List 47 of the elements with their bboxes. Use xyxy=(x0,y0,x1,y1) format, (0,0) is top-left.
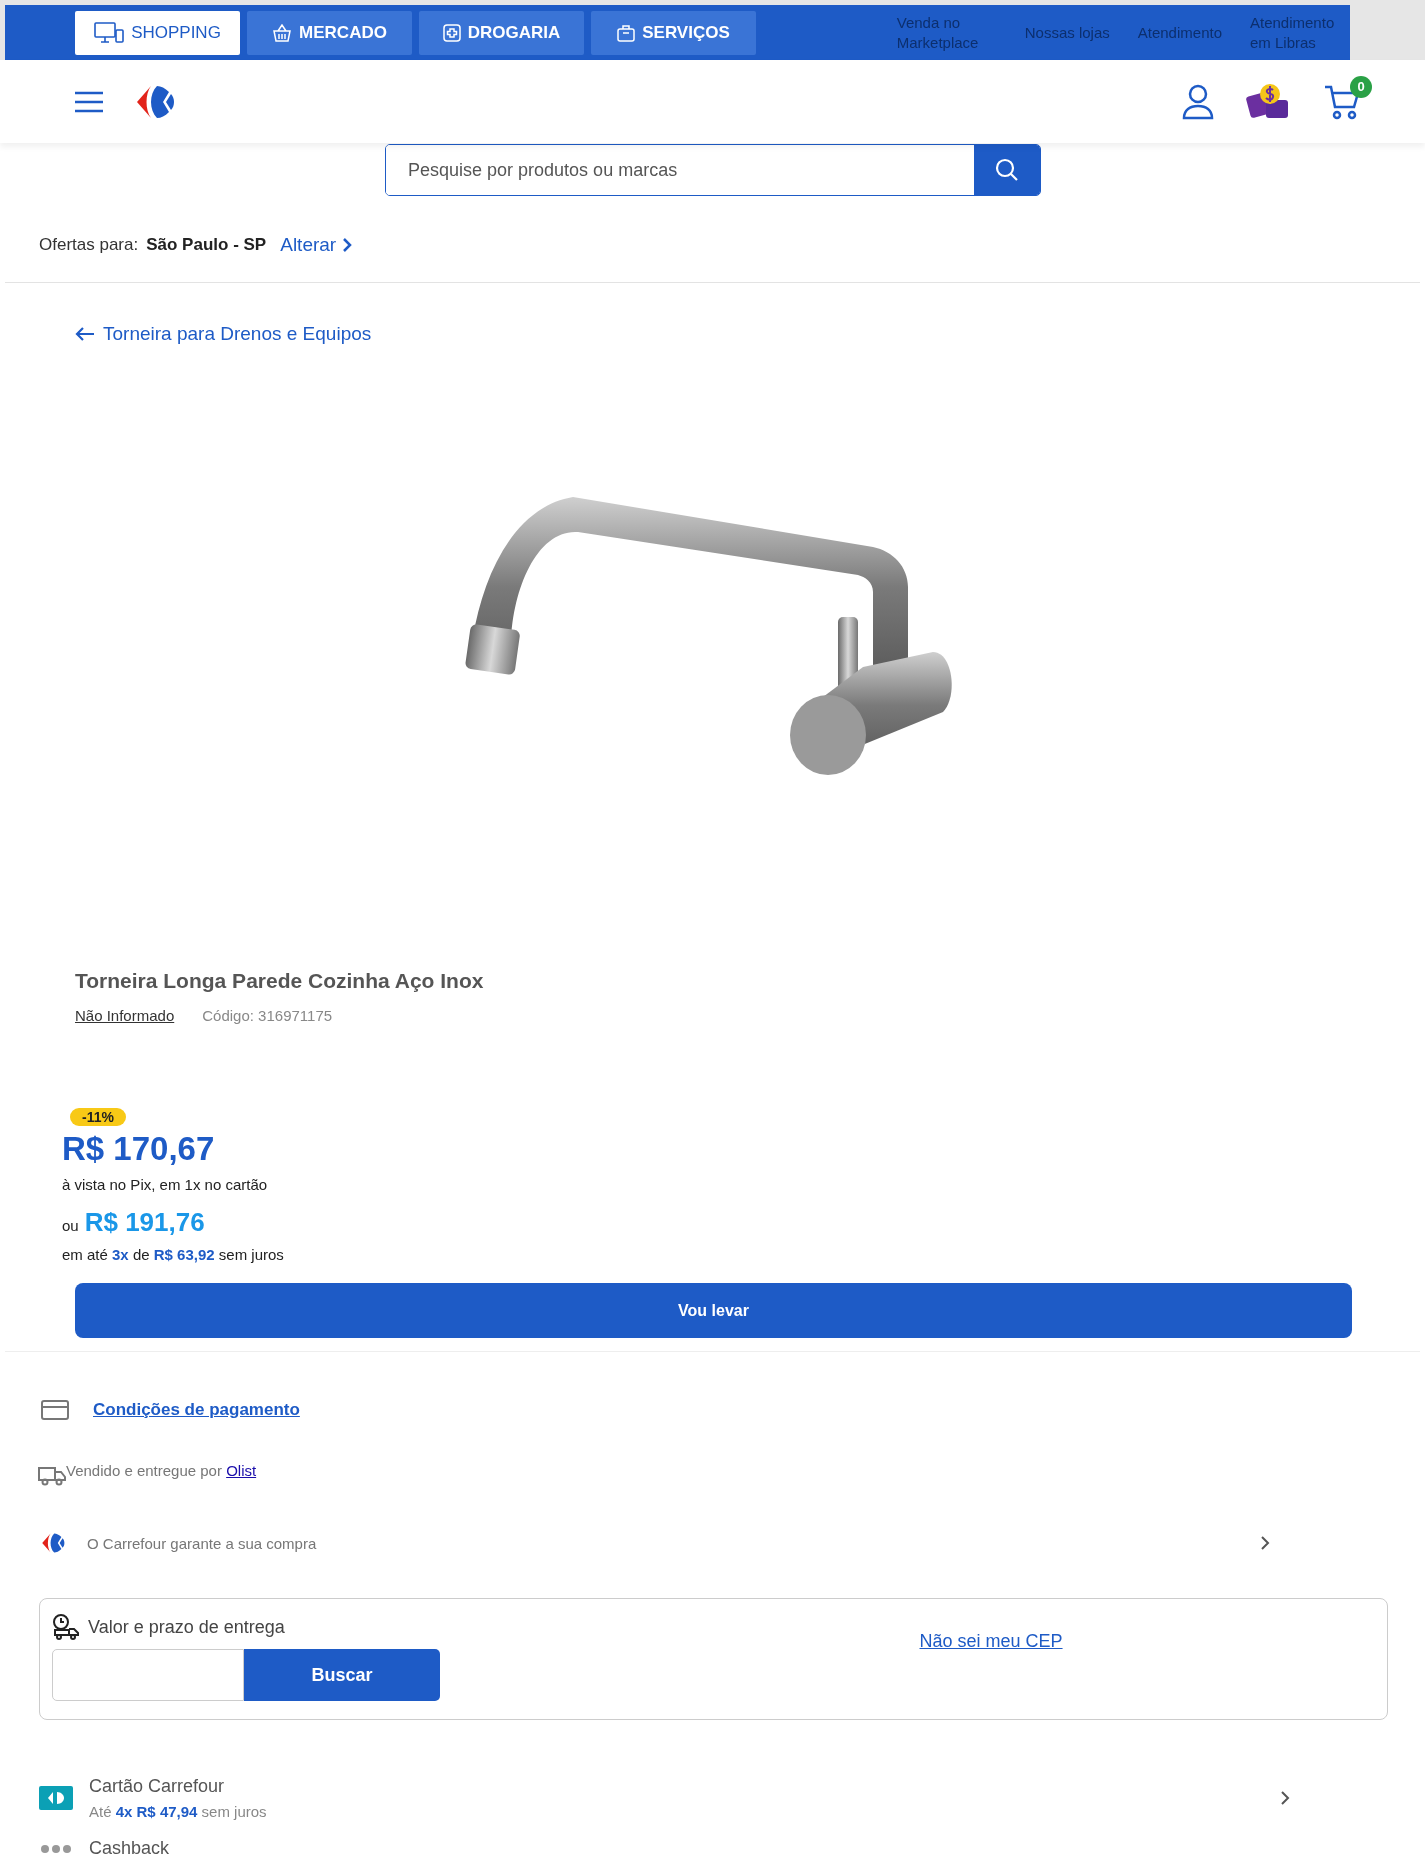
chevron-right-icon[interactable] xyxy=(1280,1789,1290,1807)
chevron-right-icon xyxy=(342,237,353,253)
payment-conditions-link[interactable]: Condições de pagamento xyxy=(93,1400,300,1420)
cart-count-badge: 0 xyxy=(1350,75,1372,98)
arrow-left-icon xyxy=(75,326,95,342)
pix-note: à vista no Pix, em 1x no cartão xyxy=(62,1176,269,1193)
or-label: ou xyxy=(62,1217,79,1234)
category-tab[interactable]: MERCADO xyxy=(247,10,412,55)
installments-text: em até 3x de R$ 63,92 sem juros xyxy=(62,1246,285,1263)
back-link[interactable]: Torneira para Drenos e Equipos xyxy=(75,323,372,345)
offers-label: Ofertas para: xyxy=(39,235,139,255)
medical-cross-icon xyxy=(442,23,461,42)
zip-code-field[interactable] xyxy=(52,1649,244,1701)
change-location-link[interactable]: Alterar xyxy=(280,234,353,256)
unknown-zip-link[interactable]: Não sei meu CEP xyxy=(919,1631,1375,1652)
credit-card-icon xyxy=(41,1400,69,1420)
card-price: R$ 191,76 xyxy=(84,1207,205,1238)
category-tab[interactable]: DROGARIA xyxy=(419,10,584,55)
pix-price: R$ 170,67 xyxy=(62,1130,216,1168)
brand-link[interactable]: Não Informado xyxy=(75,1007,175,1024)
chevron-right-icon[interactable] xyxy=(1260,1534,1270,1552)
category-tab[interactable]: SERVIÇOS xyxy=(591,10,756,55)
monitor-icon xyxy=(94,21,125,44)
search-zip-button[interactable]: Buscar xyxy=(244,1649,440,1701)
search-icon xyxy=(995,158,1019,182)
cart-icon[interactable] xyxy=(1324,83,1360,120)
basket-icon xyxy=(272,23,293,42)
buy-button[interactable]: Vou levar xyxy=(75,1283,1352,1338)
city-label: São Paulo - SP xyxy=(146,235,267,255)
guarantee-text: O Carrefour garante a sua compra xyxy=(87,1534,318,1552)
product-code: Código: 316971175 xyxy=(202,1007,333,1024)
search-field[interactable]: Pesquise por produtos ou marcas xyxy=(385,144,1041,196)
search-button[interactable] xyxy=(974,145,1040,195)
user-icon[interactable] xyxy=(1182,83,1214,120)
category-tab[interactable]: SHOPPING xyxy=(75,10,240,55)
card-logo-icon xyxy=(39,1786,73,1810)
seller-text: Vendido e entregue por Olist xyxy=(66,1462,257,1479)
product-title: Torneira Longa Parede Cozinha Aço Inox xyxy=(75,969,485,993)
delivery-title: Valor e prazo de entrega xyxy=(88,1616,285,1638)
menu-icon[interactable] xyxy=(75,89,103,114)
shopping-bag-icon xyxy=(617,23,636,42)
delivery-truck-clock-icon xyxy=(52,1614,80,1640)
cashback-title: Cashback xyxy=(89,1838,170,1859)
card-offer-detail: Até 4x R$ 47,94 sem juros xyxy=(89,1803,268,1820)
seller-link[interactable]: Olist xyxy=(226,1462,257,1479)
discount-badge: -11% xyxy=(70,1108,126,1126)
card-offer-title: Cartão Carrefour xyxy=(89,1776,226,1797)
